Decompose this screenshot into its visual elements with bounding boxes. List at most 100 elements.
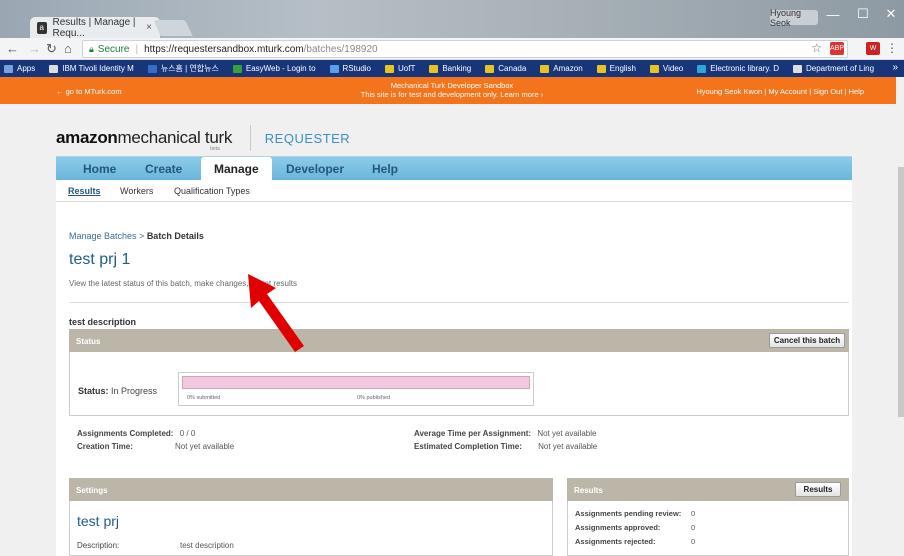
logo-mechanical-turk: mechanical turk bbox=[117, 128, 233, 147]
submitted-text: 0% submitted bbox=[187, 395, 221, 401]
back-icon[interactable]: ← bbox=[6, 41, 19, 56]
home-icon[interactable]: ⌂ bbox=[64, 41, 72, 56]
bookmark-item[interactable]: Banking bbox=[429, 64, 471, 73]
breadcrumb-current: Batch Details bbox=[146, 231, 204, 241]
logo-amazon: amazon bbox=[56, 128, 118, 147]
creation-time-value: Not yet available bbox=[175, 442, 235, 451]
user-name-link[interactable]: Hyoung Seok Kwon bbox=[696, 87, 762, 96]
bookmark-label: English bbox=[609, 64, 636, 73]
forward-icon[interactable]: → bbox=[28, 41, 41, 56]
bookmark-label: UofT bbox=[398, 64, 416, 73]
cancel-batch-button[interactable]: Cancel this batch bbox=[769, 333, 845, 348]
subnav-results[interactable]: Results bbox=[68, 186, 101, 196]
bookmark-item[interactable]: Apps bbox=[4, 64, 35, 73]
estimated-completion: Estimated Completion Time: Not yet avail… bbox=[414, 442, 597, 451]
bookmark-item[interactable]: UofT bbox=[385, 64, 415, 73]
bookmark-folder-icon bbox=[697, 64, 707, 73]
bookmark-folder-icon bbox=[147, 64, 157, 73]
batch-details-content: Manage Batches > Batch Details test prj … bbox=[56, 202, 852, 556]
nav-home[interactable]: Home bbox=[83, 157, 116, 181]
average-time-value: Not yet available bbox=[537, 429, 597, 438]
page-scrollbar[interactable] bbox=[896, 77, 904, 556]
url-input[interactable]: 🔒︎ Secure | https://requestersandbox.mtu… bbox=[82, 40, 848, 58]
assignments-completed-value: 0 / 0 bbox=[179, 429, 196, 438]
bookmark-item[interactable]: Department of Ling bbox=[793, 64, 874, 73]
nav-developer[interactable]: Developer bbox=[286, 157, 344, 181]
breadcrumb: Manage Batches > Batch Details bbox=[69, 231, 204, 241]
close-window-icon[interactable]: ✕ bbox=[876, 0, 904, 28]
help-link[interactable]: Help bbox=[849, 87, 864, 96]
results-row-rejected: Assignments rejected: 0 bbox=[575, 537, 695, 546]
results-section: Assignments pending review: 0 Assignment… bbox=[567, 501, 849, 556]
logo-divider bbox=[249, 125, 251, 151]
results-button[interactable]: Results bbox=[795, 482, 841, 497]
bookmark-item[interactable]: Video bbox=[649, 64, 684, 73]
maximize-icon[interactable]: ☐ bbox=[848, 0, 878, 28]
mturk-logo[interactable]: amazon mechanical turk beta REQUESTER bbox=[56, 124, 350, 152]
status-section: Status: In Progress 0% submitted 0% publ… bbox=[69, 352, 849, 416]
profile-button[interactable]: Hyoung Seok bbox=[770, 8, 818, 28]
status-label: Status: In Progress bbox=[78, 386, 157, 396]
bookmark-label: Electronic library. D bbox=[710, 64, 779, 73]
my-account-link[interactable]: My Account bbox=[768, 87, 807, 96]
average-time: Average Time per Assignment: Not yet ava… bbox=[414, 429, 596, 438]
project-title: test prj bbox=[77, 513, 120, 529]
url-path: /batches/198920 bbox=[303, 43, 378, 55]
nav-help[interactable]: Help bbox=[372, 157, 398, 181]
bookmark-label: EasyWeb - Login to bbox=[245, 64, 316, 73]
bookmark-label: Amazon bbox=[553, 64, 583, 73]
settings-section-header: Settings bbox=[69, 478, 553, 501]
new-tab-button[interactable] bbox=[153, 20, 193, 36]
bookmark-item[interactable]: Canada bbox=[485, 64, 526, 73]
rejected-label: Assignments rejected: bbox=[575, 537, 656, 546]
logo-beta: beta bbox=[210, 146, 220, 152]
bookmark-item[interactable]: Amazon bbox=[540, 64, 583, 73]
pending-review-value: 0 bbox=[691, 509, 696, 518]
browser-tab[interactable]: a Results | Manage | Requ... × bbox=[30, 17, 160, 39]
bookmark-folder-icon bbox=[793, 64, 802, 73]
bookmark-item[interactable]: EasyWeb - Login to bbox=[232, 64, 316, 73]
lock-icon: 🔒︎ bbox=[89, 43, 94, 54]
bookmark-item[interactable]: 뉴스홈 | 연합뉴스 bbox=[147, 63, 219, 74]
breadcrumb-manage-batches[interactable]: Manage Batches bbox=[69, 231, 137, 241]
settings-description-label: Description: bbox=[77, 541, 120, 550]
divider bbox=[69, 302, 849, 303]
minimize-icon[interactable]: — bbox=[818, 0, 848, 28]
status-section-header: Status Cancel this batch bbox=[69, 329, 849, 352]
bookmark-folder-icon bbox=[49, 64, 59, 73]
subnav-qualification-types[interactable]: Qualification Types bbox=[174, 186, 250, 196]
bookmark-item[interactable]: Electronic library. D bbox=[697, 64, 779, 73]
amazon-favicon-icon: a bbox=[37, 21, 47, 34]
url-host: https://requestersandbox.mturk.com bbox=[144, 43, 304, 55]
approved-label: Assignments approved: bbox=[575, 523, 661, 532]
sign-out-link[interactable]: Sign Out bbox=[813, 87, 842, 96]
bookmark-item[interactable]: RStudio bbox=[329, 64, 371, 73]
reload-icon[interactable]: ↻ bbox=[46, 41, 57, 57]
main-nav: Home Create Manage Developer Help bbox=[56, 156, 852, 181]
nav-create[interactable]: Create bbox=[145, 157, 182, 181]
address-bar-row: ← → ↻ ⌂ 🔒︎ Secure | https://requestersan… bbox=[0, 38, 904, 60]
results-header-label: Results bbox=[574, 486, 603, 495]
results-row-approved: Assignments approved: 0 bbox=[575, 523, 695, 532]
rejected-value: 0 bbox=[691, 537, 696, 546]
bookmark-label: Video bbox=[662, 64, 684, 73]
bookmarks-overflow-icon[interactable]: » bbox=[892, 62, 898, 73]
nav-manage[interactable]: Manage bbox=[201, 157, 272, 181]
secure-label: Secure bbox=[97, 43, 130, 55]
scrollbar-thumb[interactable] bbox=[898, 167, 904, 417]
assignments-completed-label: Assignments Completed: bbox=[77, 429, 174, 438]
bookmark-item[interactable]: IBM Tivoli Identity M bbox=[49, 64, 134, 73]
results-section-header: Results Results bbox=[567, 478, 849, 501]
bookmark-star-icon[interactable]: ☆ bbox=[811, 41, 822, 55]
settings-header-label: Settings bbox=[76, 486, 108, 495]
bookmark-label: Banking bbox=[442, 64, 472, 73]
window-titlebar: a Results | Manage | Requ... × Hyoung Se… bbox=[0, 0, 904, 39]
subnav-workers[interactable]: Workers bbox=[120, 186, 153, 196]
extension-icon[interactable]: W bbox=[866, 42, 880, 55]
settings-section: test prj Description: test description bbox=[69, 501, 553, 556]
status-value: In Progress bbox=[111, 386, 158, 396]
bookmark-item[interactable]: English bbox=[596, 64, 636, 73]
browser-menu-icon[interactable]: ⋮ bbox=[886, 41, 898, 55]
adblock-extension-icon[interactable]: ABP bbox=[830, 42, 844, 55]
tab-close-icon[interactable]: × bbox=[146, 22, 152, 33]
